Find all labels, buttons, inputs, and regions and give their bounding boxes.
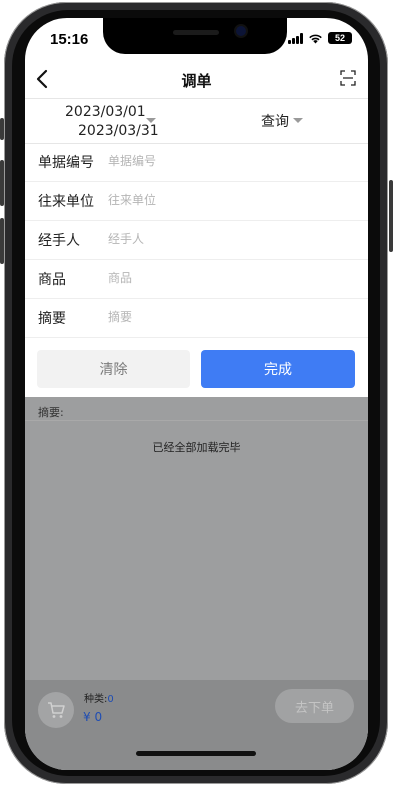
- form-row-bill-number: 单据编号: [25, 142, 368, 182]
- date-filter-row: 2023/03/01 2023/03/31 查询: [25, 98, 368, 144]
- battery-indicator: 52: [328, 32, 352, 44]
- volume-up-button: [0, 160, 4, 206]
- results-overlay[interactable]: 摘要: 已经全部加载完毕 种类:0 ¥ 0 去下单: [25, 397, 368, 770]
- summary-label: 摘要: [38, 311, 66, 327]
- divider: [25, 420, 368, 421]
- caret-down-icon[interactable]: [293, 118, 303, 123]
- bill-number-label: 单据编号: [38, 155, 94, 171]
- query-dropdown[interactable]: 查询: [261, 111, 289, 131]
- kind-count-value: 0: [107, 694, 114, 705]
- page-title: 调单: [181, 72, 212, 90]
- signal-icon: [288, 32, 303, 44]
- speaker-grille: [173, 30, 219, 35]
- scan-icon[interactable]: [340, 70, 356, 86]
- cart-button[interactable]: [38, 692, 74, 728]
- kind-label: 种类:: [84, 694, 108, 705]
- list-summary-label: 摘要:: [38, 406, 64, 419]
- bill-number-input[interactable]: [108, 149, 348, 173]
- done-button[interactable]: 完成: [201, 350, 355, 388]
- total-price: ¥ 0: [83, 710, 103, 724]
- partner-input[interactable]: [108, 188, 348, 212]
- date-range-selector[interactable]: 2023/03/01 2023/03/31: [65, 103, 159, 141]
- caret-down-icon[interactable]: [146, 118, 156, 123]
- product-input[interactable]: [108, 266, 348, 290]
- mute-switch: [0, 118, 4, 140]
- handler-label: 经手人: [38, 233, 80, 249]
- form-row-handler: 经手人: [25, 220, 368, 260]
- bottom-bar: 种类:0 ¥ 0 去下单: [25, 680, 368, 770]
- kind-count: 种类:0: [84, 690, 114, 705]
- volume-down-button: [0, 218, 4, 264]
- form-row-partner: 往来单位: [25, 181, 368, 221]
- partner-label: 往来单位: [38, 194, 94, 210]
- camera-notch: [103, 18, 287, 54]
- form-row-product: 商品: [25, 259, 368, 299]
- product-label: 商品: [38, 272, 66, 288]
- power-button: [389, 180, 393, 252]
- status-indicators: 52: [288, 31, 352, 45]
- nav-bar: 调单: [25, 60, 368, 98]
- handler-input[interactable]: [108, 227, 348, 251]
- clear-button[interactable]: 清除: [37, 350, 190, 388]
- all-loaded-text: 已经全部加载完毕: [152, 441, 241, 454]
- app-screen: 15:16 52 调单 2023/03/01 2023/03/31 查询 单据编…: [25, 18, 368, 770]
- wifi-icon: [309, 34, 322, 43]
- home-indicator: [136, 751, 256, 756]
- form-row-summary: 摘要: [25, 298, 368, 338]
- cart-icon: [48, 702, 65, 718]
- start-date: 2023/03/01: [65, 104, 146, 120]
- end-date: 2023/03/31: [78, 123, 159, 139]
- place-order-button[interactable]: 去下单: [275, 689, 354, 723]
- front-camera: [236, 26, 246, 36]
- status-time: 15:16: [50, 31, 89, 48]
- summary-input[interactable]: [108, 305, 348, 329]
